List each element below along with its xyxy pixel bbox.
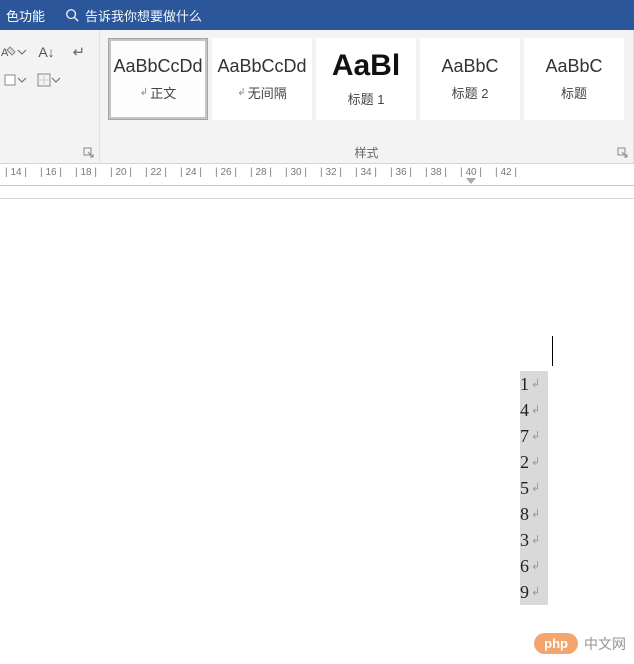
return-mark-icon: ↲ <box>531 579 540 605</box>
return-mark-icon: ↲ <box>531 423 540 449</box>
style-item-1[interactable]: AaBbCcDd ↲无间隔 <box>212 38 312 120</box>
style-item-4[interactable]: AaBbC 标题 <box>524 38 624 120</box>
return-mark-icon: ↲ <box>531 553 540 579</box>
styles-group: AaBbCcDd ↲正文 AaBbCcDd ↲无间隔 AaBl 标题 1 AaBbC 标题 2… <box>100 30 634 163</box>
launcher-icon <box>83 147 95 159</box>
ruler-tick: 16 <box>40 167 62 178</box>
paragraph-group: A A↓ ↵ <box>0 30 100 163</box>
title-bar: 色功能 告诉我你想要做什么 <box>0 0 634 30</box>
dropdown-icon <box>17 47 27 57</box>
bucket-icon <box>3 73 17 87</box>
doc-char: 3 <box>520 527 529 553</box>
doc-char: 6 <box>520 553 529 579</box>
eraser-icon: A <box>1 44 17 60</box>
ruler-tick: 38 <box>425 167 447 178</box>
watermark: php 中文网 <box>534 633 626 654</box>
style-preview: AaBbCcDd <box>113 57 202 75</box>
grid-icon <box>37 73 51 87</box>
paragraph-dialog-launcher[interactable] <box>83 147 95 159</box>
return-mark-icon: ↲ <box>531 475 540 501</box>
ruler-tick: 32 <box>320 167 342 178</box>
style-name: ↲正文 <box>140 83 176 102</box>
ruler-tick: 30 <box>285 167 307 178</box>
ruler-tick: 34 <box>355 167 377 178</box>
return-mark-icon: ↲ <box>531 397 540 423</box>
doc-char: 5 <box>520 475 529 501</box>
style-name: 标题 1 <box>348 89 385 108</box>
return-mark-icon: ↲ <box>531 501 540 527</box>
style-name: 标题 2 <box>452 83 489 102</box>
ruler-indent-marker[interactable] <box>466 178 476 184</box>
doc-char: 4 <box>520 397 529 423</box>
ruler-tick: 24 <box>180 167 202 178</box>
pilcrow-icon: ↵ <box>73 43 86 61</box>
horizontal-ruler[interactable]: 14 16 18 20 22 24 26 28 30 32 34 36 38 40 42 <box>0 164 634 186</box>
watermark-text: 中文网 <box>584 634 626 654</box>
style-preview: AaBbCcDd <box>217 57 306 75</box>
style-item-0[interactable]: AaBbCcDd ↲正文 <box>108 38 208 120</box>
text-cursor <box>552 336 553 366</box>
borders-button[interactable] <box>34 69 64 91</box>
page-edge <box>0 198 634 199</box>
clear-formatting-button[interactable]: A <box>0 41 28 63</box>
search-icon <box>65 8 79 22</box>
ruler-tick: 14 <box>5 167 27 178</box>
dropdown-icon <box>51 75 61 85</box>
doc-char: 7 <box>520 423 529 449</box>
doc-char: 2 <box>520 449 529 475</box>
doc-line[interactable]: 1↲ <box>520 371 540 397</box>
launcher-icon <box>617 147 629 159</box>
ruler-tick: 40 <box>460 167 482 178</box>
styles-group-label: 样式 <box>100 144 633 161</box>
ribbon: A A↓ ↵ <box>0 30 634 164</box>
style-preview: AaBbC <box>545 57 602 75</box>
ruler-tick: 28 <box>250 167 272 178</box>
styles-gallery[interactable]: AaBbCcDd ↲正文 AaBbCcDd ↲无间隔 AaBl 标题 1 AaBbC 标题 2… <box>106 34 627 122</box>
doc-char: 9 <box>520 579 529 605</box>
paragraph-mark-icon: ↲ <box>237 87 245 98</box>
paragraph-mark-icon: ↲ <box>140 87 148 98</box>
sort-button[interactable]: A↓ <box>32 41 60 63</box>
return-mark-icon: ↲ <box>531 527 540 553</box>
document-content[interactable]: 1↲4↲7↲2↲5↲8↲3↲6↲9↲ <box>520 371 540 605</box>
styles-dialog-launcher[interactable] <box>617 147 629 159</box>
doc-line[interactable]: 2↲ <box>520 449 540 475</box>
doc-line[interactable]: 7↲ <box>520 423 540 449</box>
paragraph-marks-button[interactable]: ↵ <box>65 41 93 63</box>
doc-line[interactable]: 9↲ <box>520 579 540 605</box>
style-item-2[interactable]: AaBl 标题 1 <box>316 38 416 120</box>
style-name: ↲无间隔 <box>237 83 286 102</box>
style-preview: AaBl <box>332 51 400 81</box>
title-fragment: 色功能 <box>6 6 45 25</box>
sort-icon: A↓ <box>38 44 54 60</box>
ruler-tick: 18 <box>75 167 97 178</box>
style-name: 标题 <box>561 83 587 102</box>
doc-char: 1 <box>520 371 529 397</box>
ruler-tick: 42 <box>495 167 517 178</box>
ruler-tick: 22 <box>145 167 167 178</box>
dropdown-icon <box>17 75 27 85</box>
tell-me-placeholder: 告诉我你想要做什么 <box>85 6 202 25</box>
doc-line[interactable]: 8↲ <box>520 501 540 527</box>
ruler-tick: 20 <box>110 167 132 178</box>
php-badge: php <box>534 633 578 654</box>
document-area[interactable]: 1↲4↲7↲2↲5↲8↲3↲6↲9↲ php 中文网 <box>0 186 634 664</box>
style-item-3[interactable]: AaBbC 标题 2 <box>420 38 520 120</box>
ruler-tick: 26 <box>215 167 237 178</box>
doc-line[interactable]: 5↲ <box>520 475 540 501</box>
return-mark-icon: ↲ <box>531 449 540 475</box>
doc-line[interactable]: 6↲ <box>520 553 540 579</box>
doc-line[interactable]: 3↲ <box>520 527 540 553</box>
doc-char: 8 <box>520 501 529 527</box>
doc-line[interactable]: 4↲ <box>520 397 540 423</box>
return-mark-icon: ↲ <box>531 371 540 397</box>
paragraph-buttons: A A↓ ↵ <box>0 34 93 92</box>
ruler-tick: 36 <box>390 167 412 178</box>
style-preview: AaBbC <box>441 57 498 75</box>
tell-me-search[interactable]: 告诉我你想要做什么 <box>65 6 202 25</box>
shading-button[interactable] <box>0 69 30 91</box>
